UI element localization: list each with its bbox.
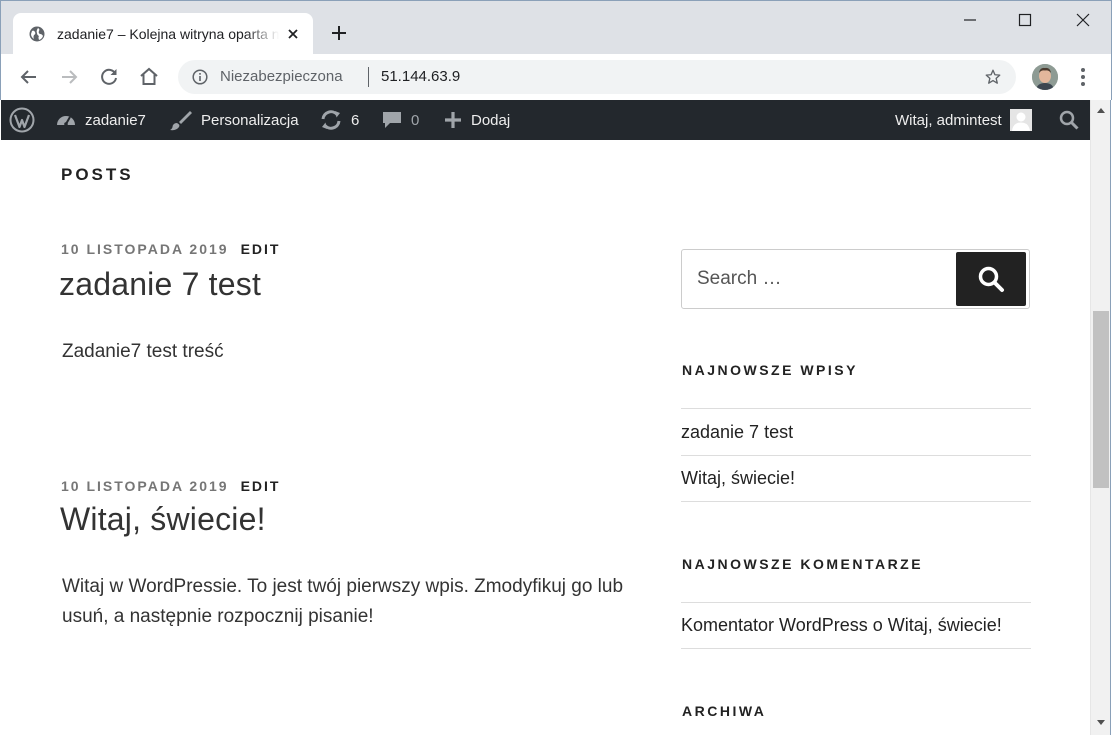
my-account-menu[interactable]: Witaj, admintest xyxy=(895,100,1032,140)
post-edit-link[interactable]: EDIT xyxy=(241,478,281,494)
star-icon[interactable] xyxy=(984,68,1002,86)
url-text[interactable]: 51.144.63.9 xyxy=(381,68,460,86)
updates-link[interactable]: 6 xyxy=(319,100,359,140)
info-icon[interactable] xyxy=(192,69,208,85)
scroll-down-arrow-icon[interactable] xyxy=(1097,720,1105,725)
browser-toolbar: Niezabezpieczona 51.144.63.9 xyxy=(0,54,1112,100)
new-label: Dodaj xyxy=(471,111,511,129)
globe-icon xyxy=(29,26,45,42)
search-form xyxy=(681,249,1030,309)
post-date[interactable]: 10 LISTOPADA 2019 xyxy=(61,478,229,494)
customize-link[interactable]: Personalizacja xyxy=(169,100,299,140)
page-content: POSTS 10 LISTOPADA 2019 EDIT zadanie 7 te… xyxy=(1,140,1090,735)
recent-comments-title: NAJNOWSZE KOMENTARZE xyxy=(682,556,924,572)
comments-count: 0 xyxy=(411,111,420,129)
site-name-label: zadanie7 xyxy=(85,111,146,129)
archives-title: ARCHIWA xyxy=(682,703,767,719)
brush-icon xyxy=(170,111,192,131)
wp-logo-button[interactable] xyxy=(9,100,35,140)
browser-tabstrip: zadanie7 – Kolejna witryna oparta na Wor… xyxy=(0,0,1112,55)
posts-section-heading: POSTS xyxy=(61,165,134,184)
profile-avatar[interactable] xyxy=(1032,64,1058,90)
search-submit-button[interactable] xyxy=(956,252,1026,306)
recent-posts-title: NAJNOWSZE WPISY xyxy=(682,362,858,378)
omnibox-divider xyxy=(368,67,369,87)
post-edit-link[interactable]: EDIT xyxy=(241,241,281,257)
window-close-icon[interactable] xyxy=(1071,10,1095,30)
updates-icon xyxy=(321,110,341,130)
scroll-up-arrow-icon[interactable] xyxy=(1097,108,1105,113)
comments-link[interactable]: 0 xyxy=(381,100,419,140)
wordpress-logo-icon xyxy=(9,107,35,133)
updates-count: 6 xyxy=(351,111,360,129)
back-icon[interactable] xyxy=(17,65,41,89)
address-bar[interactable]: Niezabezpieczona 51.144.63.9 xyxy=(178,60,1016,94)
profile-photo-icon xyxy=(1032,64,1058,90)
recent-comments-list: Komentator WordPress o Witaj, świecie! xyxy=(681,602,1031,649)
forward-icon[interactable] xyxy=(57,65,81,89)
search-input[interactable] xyxy=(683,251,955,307)
new-tab-plus-icon[interactable] xyxy=(329,23,349,43)
page-scrollbar[interactable] xyxy=(1090,100,1111,735)
dashboard-icon xyxy=(57,116,75,126)
minimize-icon[interactable] xyxy=(958,10,982,30)
home-icon[interactable] xyxy=(137,65,161,89)
maximize-icon[interactable] xyxy=(1013,10,1037,30)
recent-post-link[interactable]: Witaj, świecie! xyxy=(681,455,1031,502)
security-label: Niezabezpieczona xyxy=(220,68,343,85)
reload-icon[interactable] xyxy=(97,65,121,89)
comment-icon xyxy=(383,112,401,128)
user-icon xyxy=(1009,109,1032,131)
recent-posts-list: zadanie 7 test Witaj, świecie! xyxy=(681,408,1031,502)
close-icon[interactable] xyxy=(285,26,301,42)
browser-tab[interactable]: zadanie7 – Kolejna witryna oparta na Wor… xyxy=(13,13,313,55)
new-content-menu[interactable]: Dodaj xyxy=(443,100,510,140)
post-meta: 10 LISTOPADA 2019 EDIT xyxy=(61,241,280,257)
post-title[interactable]: Witaj, świecie! xyxy=(60,501,266,538)
post-title[interactable]: zadanie 7 test xyxy=(59,266,261,303)
post-meta: 10 LISTOPADA 2019 EDIT xyxy=(61,478,280,494)
search-icon xyxy=(1059,110,1079,130)
recent-comment-item[interactable]: Komentator WordPress o Witaj, świecie! xyxy=(681,602,1031,649)
site-name-menu[interactable]: zadanie7 xyxy=(55,100,146,140)
customize-label: Personalizacja xyxy=(201,111,299,129)
post-content: Zadanie7 test treść xyxy=(62,341,224,362)
post-content: Witaj w WordPressie. To jest twój pierws… xyxy=(62,576,624,627)
post-date[interactable]: 10 LISTOPADA 2019 xyxy=(61,241,229,257)
scroll-thumb[interactable] xyxy=(1093,311,1109,488)
plus-icon xyxy=(445,112,461,128)
menu-dots-icon[interactable] xyxy=(1077,65,1089,89)
wp-admin-bar: zadanie7 Personalizacja 6 0 Dodaj Witaj,… xyxy=(1,100,1090,140)
recent-post-link[interactable]: zadanie 7 test xyxy=(681,408,1031,455)
account-greeting: Witaj, admintest xyxy=(895,111,1002,129)
adminbar-search-button[interactable] xyxy=(1059,100,1079,140)
tab-title: zadanie7 – Kolejna witryna oparta na Wor… xyxy=(57,26,279,42)
search-icon xyxy=(978,266,1004,292)
